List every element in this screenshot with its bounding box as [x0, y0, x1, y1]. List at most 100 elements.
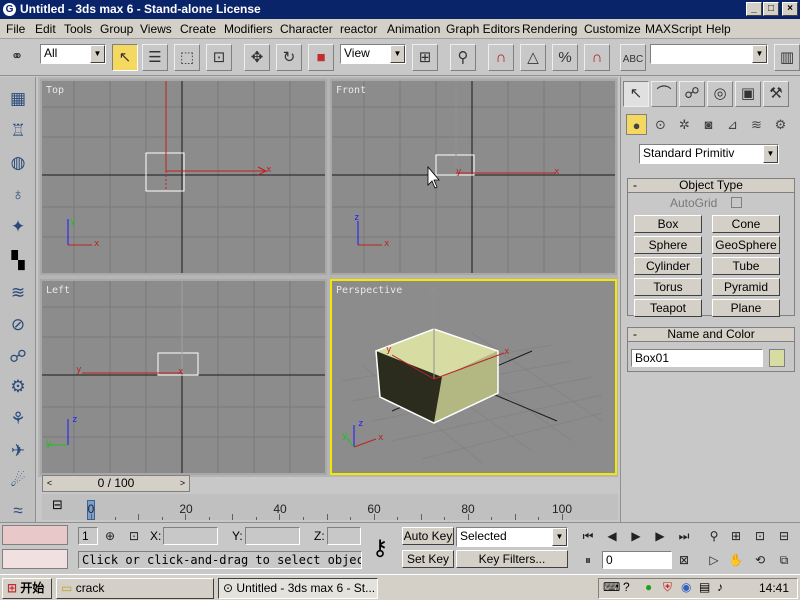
create-tab[interactable]: ↖ — [623, 81, 649, 107]
geometry-category[interactable]: ● — [626, 114, 647, 135]
menu-group[interactable]: Group — [100, 22, 133, 36]
render-tab-icon[interactable]: ⚙ — [6, 375, 30, 399]
modify-tab[interactable]: ⌒ — [651, 81, 677, 107]
menu-tools[interactable]: Tools — [64, 22, 92, 36]
materials-tab-icon[interactable]: ▚ — [6, 249, 30, 273]
shapes-tab-icon[interactable]: ♖ — [6, 119, 30, 143]
particles-tab-icon[interactable]: ⚘ — [6, 407, 30, 431]
menu-edit[interactable]: Edit — [35, 22, 56, 36]
prev-frame-arrow[interactable]: < — [43, 476, 56, 491]
close-button[interactable]: × — [782, 2, 798, 16]
time-slider[interactable]: < 0 / 100 > — [42, 475, 190, 492]
next-frame-icon[interactable]: ▶ — [650, 527, 670, 545]
cylinder-button[interactable]: Cylinder — [634, 257, 702, 275]
arc-rotate-icon[interactable]: ⟲ — [750, 551, 770, 569]
motion-tab[interactable]: ◎ — [707, 81, 733, 107]
viewport-perspective[interactable]: Perspective x y y x z — [330, 279, 617, 475]
menu-help[interactable]: Help — [706, 22, 731, 36]
geosphere-button[interactable]: GeoSphere — [712, 236, 780, 254]
pivot-center-button[interactable]: ⊞ — [412, 44, 438, 71]
app-tray-icon[interactable]: ◉ — [681, 580, 691, 594]
ref-coord-dropdown[interactable]: View ▼ — [340, 44, 406, 64]
key-filters-button[interactable]: Key Filters... — [456, 550, 568, 568]
selection-filter-dropdown[interactable]: All ▼ — [40, 44, 106, 64]
named-selection-dropdown[interactable]: ▼ — [650, 44, 768, 64]
menu-customize[interactable]: Customize — [584, 22, 641, 36]
lights-category[interactable]: ✲ — [674, 114, 695, 135]
box-button[interactable]: Box — [634, 215, 702, 233]
transform-mode-icon[interactable]: ⊡ — [124, 527, 144, 545]
viewport-label[interactable]: Perspective — [336, 285, 402, 296]
collapse-icon[interactable]: - — [633, 328, 637, 341]
select-object-button[interactable]: ↖ — [112, 44, 138, 71]
maxscript-output-mini[interactable] — [2, 549, 68, 569]
systems-category[interactable]: ⚙ — [770, 114, 791, 135]
cameras-category[interactable]: ◙ — [698, 114, 719, 135]
maximize-viewport-icon[interactable]: ⧉ — [774, 551, 794, 569]
percent-snap-button[interactable]: % — [552, 44, 578, 71]
volume-icon[interactable]: ♪ — [717, 580, 723, 594]
object-color-swatch[interactable] — [769, 349, 785, 367]
reactor-tab-icon[interactable]: ☄ — [6, 469, 30, 493]
spinner-snap-button[interactable]: ∩ — [584, 44, 610, 71]
edit-named-selection-button[interactable]: ABC — [620, 44, 646, 71]
spacewarps-category[interactable]: ≋ — [746, 114, 767, 135]
next-frame-arrow[interactable]: > — [176, 476, 189, 491]
app-icon[interactable]: G — [3, 3, 16, 16]
set-key-button[interactable]: Set Key — [402, 550, 454, 568]
display-tray-icon[interactable]: ▤ — [699, 580, 710, 594]
zoom-icon[interactable]: ⚲ — [704, 527, 724, 545]
menu-character[interactable]: Character — [280, 22, 333, 36]
taskbar-item-3dsmax[interactable]: ⊙ Untitled - 3ds max 6 - St... — [218, 578, 378, 599]
pan-icon[interactable]: ✋ — [726, 551, 746, 569]
move-button[interactable]: ✥ — [244, 44, 270, 71]
z-coord-field[interactable] — [327, 527, 361, 545]
menu-animation[interactable]: Animation — [387, 22, 440, 36]
menu-rendering[interactable]: Rendering — [522, 22, 577, 36]
display-tab[interactable]: ▣ — [735, 81, 761, 107]
sphere-button[interactable]: Sphere — [634, 236, 702, 254]
maxscript-listener-mini[interactable] — [2, 525, 68, 545]
lock-icon[interactable]: ⊕ — [100, 527, 120, 545]
scale-button[interactable]: ■ — [308, 44, 334, 71]
selection-region-button[interactable]: ⬚ — [174, 44, 200, 71]
x-coord-field[interactable] — [163, 527, 218, 545]
bend-tab-icon[interactable]: ☍ — [6, 345, 30, 369]
window-crossing-button[interactable]: ⊡ — [206, 44, 232, 71]
curve-editor-icon[interactable]: ⊟ — [52, 498, 68, 512]
surface-tab-icon[interactable]: ≋ — [6, 281, 30, 305]
mirror-button[interactable]: ⚲ — [450, 44, 476, 71]
viewport-left[interactable]: Left y x y z — [40, 279, 327, 475]
helpers-category[interactable]: ⊿ — [722, 114, 743, 135]
collapse-icon[interactable]: - — [633, 179, 637, 192]
objects-tab-icon[interactable]: ▦ — [6, 87, 30, 111]
utilities-tab[interactable]: ⚒ — [763, 81, 789, 107]
object-type-header[interactable]: - Object Type — [628, 179, 794, 193]
object-name-field[interactable]: Box01 — [631, 349, 763, 367]
shield-icon[interactable]: ⛨ — [663, 580, 672, 595]
viewport-top[interactable]: Top y x x — [40, 79, 327, 275]
viewport-label[interactable]: Left — [46, 285, 70, 296]
current-frame-field[interactable]: 0 — [602, 551, 672, 569]
menu-graph-editors[interactable]: Graph Editors — [446, 22, 520, 36]
shapes-category[interactable]: ⊙ — [650, 114, 671, 135]
play-icon[interactable]: ▶ — [626, 527, 646, 545]
key-icon[interactable]: ⚷ — [362, 527, 398, 569]
spacewarps-tab-icon[interactable]: ≈ — [6, 499, 30, 523]
teapot-button[interactable]: Teapot — [634, 299, 702, 317]
viewport-label[interactable]: Front — [336, 85, 366, 96]
keyboard-icon[interactable]: ⌨ — [603, 580, 620, 594]
key-mode-dropdown[interactable]: Selected ▼ — [456, 527, 568, 547]
maximize-button[interactable]: □ — [763, 2, 779, 16]
menu-modifiers[interactable]: Modifiers — [224, 22, 273, 36]
menu-file[interactable]: File — [6, 22, 25, 36]
rotate-button[interactable]: ↻ — [276, 44, 302, 71]
zoom-extents-icon[interactable]: ⊡ — [750, 527, 770, 545]
tube-button[interactable]: Tube — [712, 257, 780, 275]
network-icon[interactable]: ● — [645, 580, 652, 594]
auto-key-button[interactable]: Auto Key — [402, 527, 454, 545]
angle-snap-button[interactable]: △ — [520, 44, 546, 71]
taskbar-item-crack[interactable]: ▭ crack — [56, 578, 214, 599]
go-to-start-icon[interactable]: ⏮ — [578, 527, 598, 545]
select-by-name-button[interactable]: ☰ — [142, 44, 168, 71]
